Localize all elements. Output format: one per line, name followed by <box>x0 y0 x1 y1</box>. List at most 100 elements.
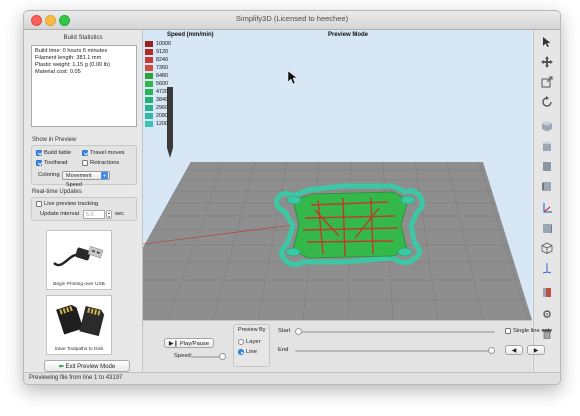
update-interval-input[interactable]: 5.0 <box>83 210 105 219</box>
status-bar: Previewing file from line 1 to 43197 <box>24 372 560 384</box>
coloring-label: Coloring <box>38 172 60 178</box>
legend-swatch <box>145 49 153 55</box>
legend-value: 10000 <box>156 41 171 47</box>
stat-line: Filament length: 381.1 mm <box>35 55 102 61</box>
next-step-button[interactable]: ▶ <box>527 345 545 355</box>
end-slider[interactable] <box>295 347 495 354</box>
show-in-preview-group: Build table Travel moves Toolhead Retrac… <box>31 145 137 188</box>
rotate-icon[interactable] <box>539 94 555 110</box>
legend-value: 2080 <box>156 113 168 119</box>
sd-card-caption: Save Toolpaths to Disk <box>54 347 104 352</box>
usb-print-card[interactable]: Begin Printing over USB <box>46 230 112 290</box>
retractions-checkbox[interactable]: Retractions <box>82 160 119 166</box>
legend-value: 1200 <box>156 121 168 127</box>
scale-icon[interactable] <box>539 74 555 90</box>
view-right-icon[interactable] <box>539 220 555 236</box>
app-window: Simplify3D (Licensed to heechee) Build S… <box>23 10 561 385</box>
play-pause-button[interactable]: ▶❙ Play/Pause <box>164 338 214 348</box>
legend-row: 2960 <box>145 105 168 111</box>
checkbox-mark[interactable] <box>82 160 88 166</box>
prev-step-button[interactable]: ◀ <box>505 345 523 355</box>
legend-swatch <box>145 89 153 95</box>
radio-mark[interactable] <box>238 349 244 355</box>
speed-slider[interactable] <box>191 353 226 360</box>
checkbox-mark[interactable] <box>36 201 42 207</box>
layer-radio[interactable]: Layer <box>238 339 261 345</box>
legend-row: 10000 <box>145 41 171 47</box>
legend-row: 7360 <box>145 65 168 71</box>
build-stats-box: Build time: 0 hours 6 minutes Filament l… <box>31 45 137 127</box>
legend-swatch <box>145 105 153 111</box>
checkbox-label: Toolhead <box>44 160 68 166</box>
cursor-icon[interactable] <box>539 34 555 50</box>
left-panel: Build Statistics Build time: 0 hours 6 m… <box>24 30 143 372</box>
legend-row: 2080 <box>145 113 168 119</box>
coloring-value: Movement Speed <box>66 173 92 188</box>
view-iso-icon[interactable] <box>539 118 555 134</box>
legend-swatch <box>145 41 153 47</box>
coloring-select[interactable]: Movement Speed ▾ <box>62 171 110 188</box>
build-table-checkbox[interactable]: Build table <box>36 150 71 156</box>
build-stats-title: Build Statistics <box>63 35 103 41</box>
checkbox-label: Travel moves <box>90 150 125 156</box>
3d-scene[interactable] <box>143 30 532 320</box>
legend-row: 5600 <box>145 81 168 87</box>
view-back-icon[interactable] <box>539 158 555 174</box>
checkbox-mark[interactable] <box>36 160 42 166</box>
legend-title: Speed (mm/min) <box>167 32 214 38</box>
exit-preview-button[interactable]: ⬅ Exit Preview Mode <box>44 360 130 372</box>
checkbox-label: Retractions <box>90 160 120 166</box>
legend-value: 3840 <box>156 97 168 103</box>
line-radio[interactable]: Line <box>238 349 257 355</box>
legend-value: 2960 <box>156 105 168 111</box>
speed-slider-knob[interactable] <box>219 353 226 360</box>
legend-value: 4720 <box>156 89 168 95</box>
legend-row: 6480 <box>145 73 168 79</box>
live-preview-checkbox[interactable]: Live preview tracking <box>36 201 98 207</box>
window-title: Simplify3D (Licensed to heechee) <box>235 14 349 23</box>
legend-swatch <box>145 81 153 87</box>
checkbox-mark[interactable] <box>505 328 511 334</box>
radio-label: Layer <box>246 339 261 345</box>
checkbox-mark[interactable] <box>82 150 88 156</box>
settings-gear-icon[interactable]: ⚙ <box>539 306 555 322</box>
realtime-group: Live preview tracking Update interval 5.… <box>31 197 137 221</box>
start-slider[interactable] <box>295 328 495 335</box>
sd-card-icon <box>56 304 105 337</box>
sd-save-card[interactable]: Save Toolpaths to Disk <box>46 295 112 355</box>
preview-by-label: Preview By <box>238 327 266 333</box>
checkbox-mark[interactable] <box>36 150 42 156</box>
status-text: Previewing file from line 1 to 43197 <box>29 375 123 381</box>
preview-mode-label: Preview Mode <box>328 32 369 38</box>
show-in-preview-title: Show in Preview <box>32 137 77 143</box>
travel-moves-checkbox[interactable]: Travel moves <box>82 150 125 156</box>
legend-row: 8240 <box>145 57 168 63</box>
stat-line: Plastic weight: 1.15 g (0.00 lb) <box>35 62 110 68</box>
view-left-icon[interactable] <box>539 178 555 194</box>
single-line-checkbox[interactable]: Single line only <box>505 328 552 334</box>
radio-mark[interactable] <box>238 339 244 345</box>
exit-preview-label: Exit Preview Mode <box>65 364 116 370</box>
move-icon[interactable] <box>539 54 555 70</box>
interval-stepper[interactable]: ▴ ▾ <box>106 210 112 219</box>
preview-viewport[interactable]: Speed (mm/min) Preview Mode 10000 9120 8… <box>143 30 532 320</box>
start-slider-knob[interactable] <box>295 328 302 335</box>
back-arrow-icon: ⬅ <box>58 364 64 370</box>
checkbox-label: Live preview tracking <box>44 201 99 207</box>
legend-row: 3840 <box>145 97 168 103</box>
legend-swatch <box>145 73 153 79</box>
wireframe-icon[interactable] <box>539 240 555 256</box>
toolhead-checkbox[interactable]: Toolhead <box>36 160 68 166</box>
cross-section-icon[interactable] <box>539 284 555 300</box>
title-bar[interactable]: Simplify3D (Licensed to heechee) <box>24 11 560 30</box>
end-slider-knob[interactable] <box>488 347 495 354</box>
checkbox-label: Single line only <box>513 328 552 334</box>
legend-value: 7360 <box>156 65 168 71</box>
view-top-icon[interactable] <box>539 260 555 276</box>
legend-swatch <box>145 113 153 119</box>
axes-icon[interactable] <box>539 200 555 216</box>
legend-row: 1200 <box>145 121 168 127</box>
legend-value: 5600 <box>156 81 168 87</box>
play-pause-label: Play/Pause <box>179 341 210 347</box>
view-front-icon[interactable] <box>539 138 555 154</box>
